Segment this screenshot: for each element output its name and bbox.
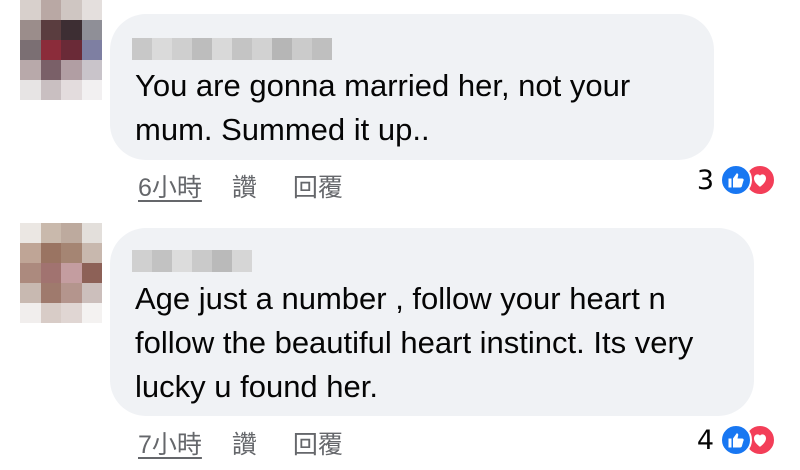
comment-actions: 7小時 讚 回覆 — [138, 425, 343, 461]
comment-timestamp[interactable]: 6小時 — [138, 168, 202, 204]
comment: You are gonna married her, not your mum.… — [0, 0, 800, 215]
comment: Age just a number , follow your heart n … — [0, 215, 800, 470]
like-icon — [720, 424, 752, 456]
reaction-count: 4 — [696, 424, 714, 456]
reply-button[interactable]: 回覆 — [293, 425, 343, 461]
comment-bubble: Age just a number , follow your heart n … — [110, 228, 754, 416]
reaction-summary[interactable]: 3 — [697, 164, 776, 196]
comment-bubble: You are gonna married her, not your mum.… — [110, 14, 714, 160]
comment-timestamp[interactable]: 7小時 — [138, 425, 202, 461]
commenter-name-blurred[interactable] — [132, 250, 252, 272]
comment-text: You are gonna married her, not your mum.… — [135, 68, 631, 147]
like-button[interactable]: 讚 — [232, 425, 257, 461]
like-button[interactable]: 讚 — [232, 168, 257, 204]
comment-actions: 6小時 讚 回覆 — [138, 168, 343, 204]
avatar[interactable] — [20, 223, 102, 327]
comment-text: Age just a number , follow your heart n … — [135, 281, 694, 404]
like-icon — [720, 164, 752, 196]
reaction-count: 3 — [696, 164, 714, 196]
commenter-name-blurred[interactable] — [132, 38, 332, 60]
reply-button[interactable]: 回覆 — [293, 168, 343, 204]
avatar[interactable] — [20, 0, 102, 100]
reaction-summary[interactable]: 4 — [697, 424, 776, 456]
